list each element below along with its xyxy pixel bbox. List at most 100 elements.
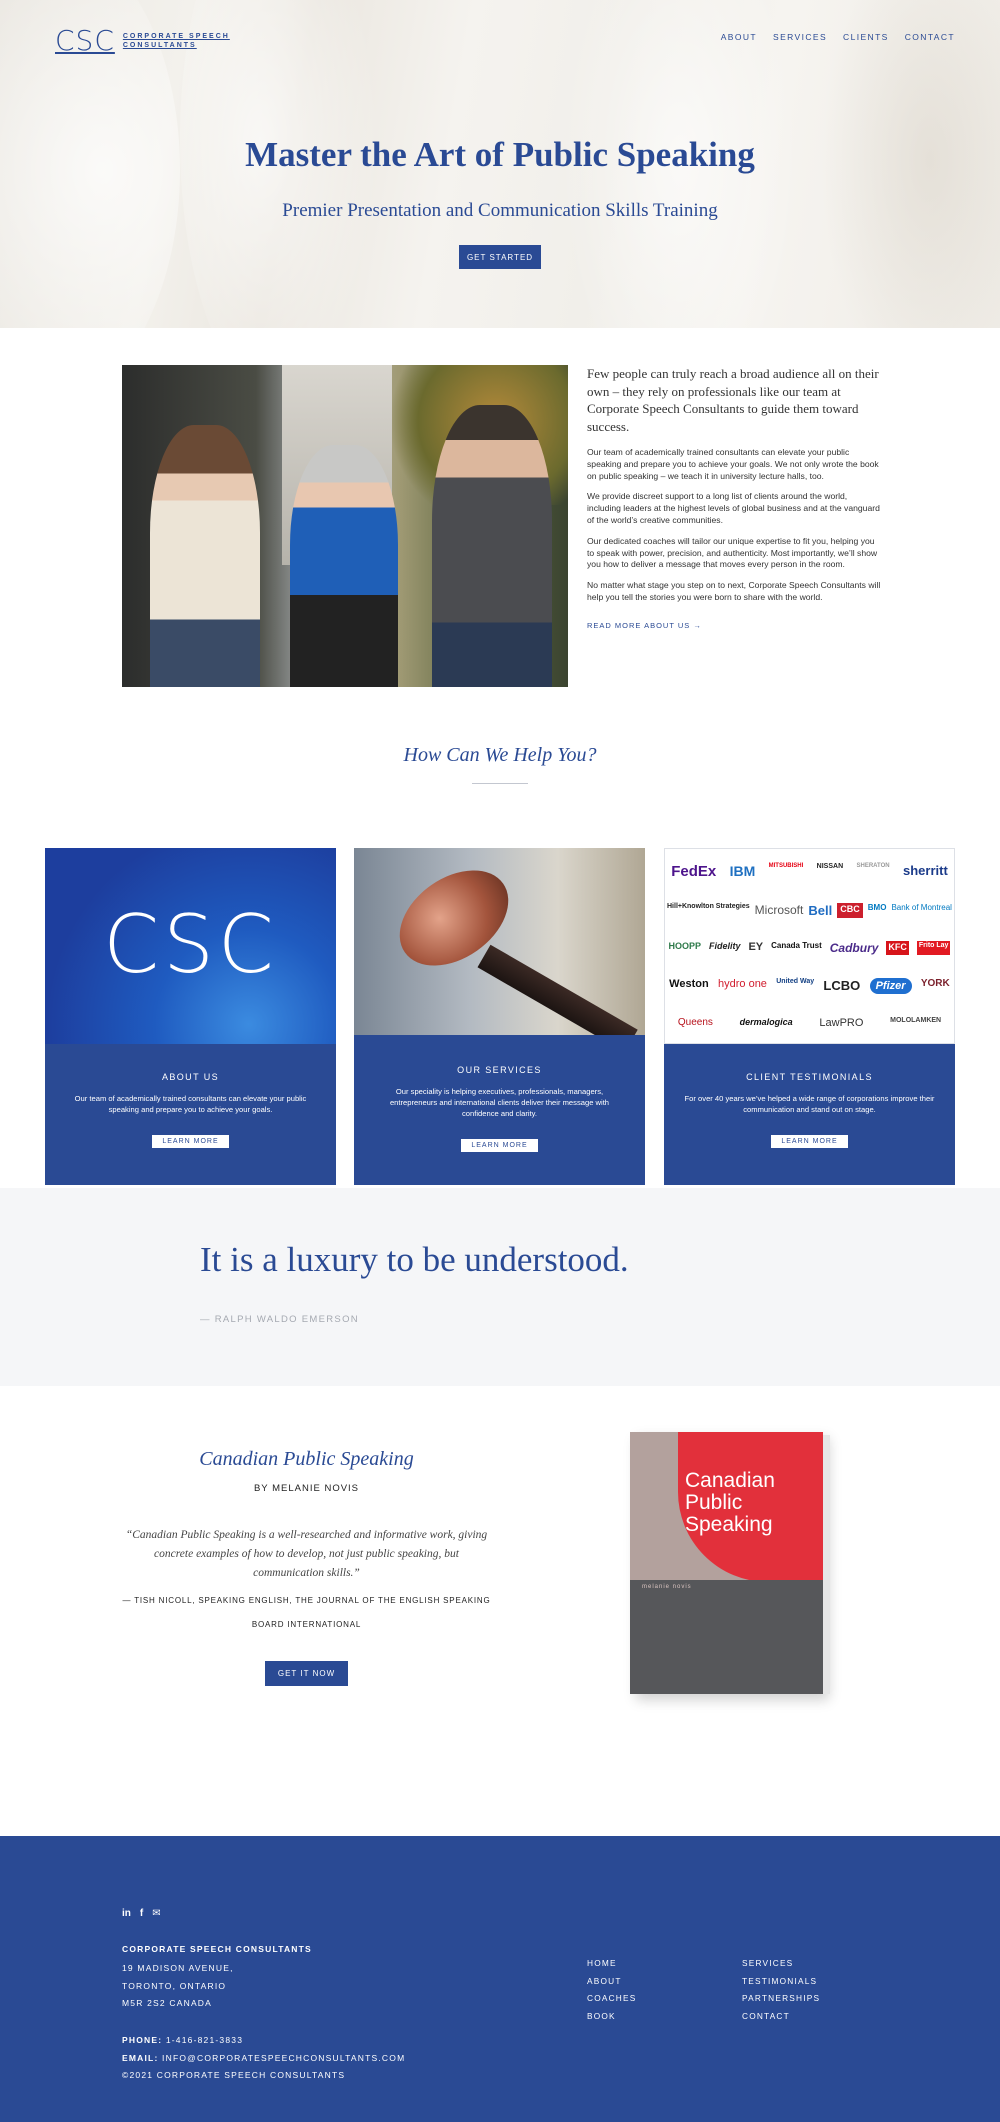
- person-right: [432, 405, 552, 687]
- footer-link-partnerships[interactable]: PARTNERSHIPS: [742, 1990, 820, 2008]
- get-it-now-button[interactable]: GET IT NOW: [264, 1661, 349, 1686]
- book-review-source: — TISH NICOLL, SPEAKING ENGLISH, THE JOU…: [122, 1596, 491, 1629]
- book-cover[interactable]: Canadian Public Speaking melanie novis: [630, 1432, 830, 1694]
- intro-paragraph: No matter what stage you step on to next…: [587, 580, 881, 602]
- client-logo-grid: FedEx IBM MITSUBISHI NISSAN SHERATON she…: [665, 849, 954, 1043]
- phone-number[interactable]: 1-416-821-3833: [166, 2035, 243, 2045]
- client-logo: Queens: [677, 1016, 713, 1028]
- client-logo: Bank of Montreal: [891, 903, 952, 913]
- client-logo: Cadbury: [829, 940, 879, 955]
- card-about: CSC ABOUT US Our team of academically tr…: [45, 848, 336, 1185]
- book-section: Canadian Public Speaking BY MELANIE NOVI…: [0, 1386, 1000, 1806]
- client-logo: sherritt: [903, 863, 948, 879]
- learn-more-testimonials-button[interactable]: LEARN MORE: [771, 1135, 848, 1148]
- client-logo: Frito Lay: [916, 940, 951, 955]
- footer-link-coaches[interactable]: COACHES: [587, 1990, 636, 2008]
- nav-services[interactable]: SERVICES: [773, 32, 827, 42]
- learn-more-about-button[interactable]: LEARN MORE: [152, 1135, 229, 1148]
- client-logo: KFC: [886, 940, 909, 955]
- client-logo: FedEx: [671, 863, 717, 881]
- cover-title-line: Public: [685, 1491, 743, 1514]
- email-icon[interactable]: ✉: [152, 1908, 160, 1919]
- learn-more-services-button[interactable]: LEARN MORE: [461, 1139, 538, 1152]
- footer-link-home[interactable]: HOME: [587, 1955, 636, 1973]
- person-left: [150, 425, 260, 687]
- card-services-image: [354, 848, 645, 1035]
- intro-lead: Few people can truly reach a broad audie…: [587, 366, 879, 434]
- client-logo: United Way: [776, 977, 815, 985]
- page: CSC CORPORATE SPEECH CONSULTANTS ABOUT S…: [0, 0, 1000, 2122]
- card-body: ABOUT US Our team of academically traine…: [45, 1044, 336, 1148]
- phone-row: PHONE: 1-416-821-3833: [122, 2032, 405, 2050]
- card-title: CLIENT TESTIMONIALS: [746, 1072, 873, 1082]
- help-heading: How Can We Help You?: [403, 744, 597, 766]
- person-center: [290, 445, 398, 687]
- cover-bottom: [630, 1580, 823, 1694]
- client-logo: IBM: [729, 863, 756, 880]
- footer-link-testimonials[interactable]: TESTIMONIALS: [742, 1973, 820, 1991]
- footer: in f ✉ CORPORATE SPEECH CONSULTANTS 19 M…: [0, 1836, 1000, 2122]
- phone-label: PHONE:: [122, 2035, 163, 2045]
- cards-section: CSC ABOUT US Our team of academically tr…: [0, 848, 1000, 1188]
- client-logo: dermalogica: [739, 1016, 793, 1027]
- site-logo[interactable]: CSC CORPORATE SPEECH CONSULTANTS: [55, 24, 230, 57]
- hero-subtitle: Premier Presentation and Communication S…: [282, 200, 718, 221]
- email-address[interactable]: INFO@CORPORATESPEECHCONSULTANTS.COM: [162, 2053, 405, 2063]
- nav-about[interactable]: ABOUT: [721, 32, 757, 42]
- cover-title-line: Canadian: [685, 1469, 775, 1492]
- read-more-link[interactable]: READ MORE ABOUT US →: [587, 621, 702, 630]
- email-label: EMAIL:: [122, 2052, 159, 2063]
- team-photo: [122, 365, 568, 687]
- quote-text: It is a luxury to be understood.: [200, 1240, 629, 1279]
- logo-line-1: CORPORATE SPEECH: [122, 32, 230, 40]
- footer-link-book[interactable]: BOOK: [587, 2008, 636, 2026]
- book-info: Canadian Public Speaking BY MELANIE NOVI…: [120, 1448, 493, 1686]
- intro-paragraph: Our dedicated coaches will tailor our un…: [587, 535, 878, 570]
- card-body: OUR SERVICES Our speciality is helping e…: [354, 1035, 645, 1152]
- email-row: EMAIL: INFO@CORPORATESPEECHCONSULTANTS.C…: [122, 2050, 405, 2068]
- client-logo: NISSAN: [816, 863, 844, 871]
- intro-section: Few people can truly reach a broad audie…: [0, 328, 1000, 738]
- book-title: Canadian Public Speaking: [199, 1448, 414, 1470]
- client-logo: YORK: [920, 977, 950, 989]
- main-nav: ABOUT SERVICES CLIENTS CONTACT: [721, 32, 955, 42]
- card-title: OUR SERVICES: [457, 1065, 542, 1075]
- logo-line-2: CONSULTANTS: [122, 41, 197, 49]
- footer-contact: PHONE: 1-416-821-3833 EMAIL: INFO@CORPOR…: [122, 2032, 405, 2085]
- help-section: How Can We Help You?: [0, 738, 1000, 848]
- client-logo: EY: [748, 940, 764, 953]
- card-body: CLIENT TESTIMONIALS For over 40 years we…: [664, 1044, 955, 1148]
- footer-link-services[interactable]: SERVICES: [742, 1955, 820, 1973]
- card-testimonials: FedEx IBM MITSUBISHI NISSAN SHERATON she…: [664, 848, 955, 1185]
- footer-link-contact[interactable]: CONTACT: [742, 2008, 820, 2026]
- client-logo: LawPRO: [819, 1016, 864, 1029]
- client-logo: Microsoft: [754, 903, 804, 918]
- copyright: ©2021 CORPORATE SPEECH CONSULTANTS: [122, 2070, 346, 2080]
- divider: [472, 783, 528, 784]
- client-logo: HOOPP: [668, 940, 701, 951]
- quote-section: It is a luxury to be understood. — RALPH…: [0, 1188, 1000, 1386]
- nav-clients[interactable]: CLIENTS: [843, 32, 889, 42]
- card-description: Our team of academically trained consult…: [74, 1094, 307, 1114]
- cover-title: Canadian Public Speaking: [685, 1470, 775, 1536]
- microphone-handle: [477, 944, 638, 1035]
- address-line: TORONTO, ONTARIO: [122, 1980, 227, 1991]
- cover-title-line: Speaking: [685, 1513, 773, 1536]
- client-logo: hydro one: [718, 977, 767, 990]
- footer-link-about[interactable]: ABOUT: [587, 1973, 636, 1991]
- cover-author: melanie novis: [642, 1584, 692, 1590]
- footer-links-col-2: SERVICES TESTIMONIALS PARTNERSHIPS CONTA…: [742, 1955, 820, 2025]
- client-logo: MOLOLAMKEN: [890, 1016, 942, 1024]
- card-about-image: CSC: [45, 848, 336, 1044]
- nav-contact[interactable]: CONTACT: [905, 32, 955, 42]
- footer-address: 19 MADISON AVENUE, TORONTO, ONTARIO M5R …: [122, 1960, 234, 2013]
- card-description: For over 40 years we’ve helped a wide ra…: [684, 1094, 935, 1114]
- get-started-button[interactable]: GET STARTED: [459, 245, 541, 269]
- client-logo: MITSUBISHI: [768, 863, 804, 870]
- footer-links-col-1: HOME ABOUT COACHES BOOK: [587, 1955, 636, 2025]
- client-logo: Pfizer: [869, 977, 912, 994]
- facebook-icon[interactable]: f: [140, 1908, 143, 1919]
- book-pages-edge: [823, 1435, 830, 1694]
- linkedin-icon[interactable]: in: [122, 1908, 131, 1919]
- address-line: M5R 2S2 CANADA: [122, 1998, 213, 2008]
